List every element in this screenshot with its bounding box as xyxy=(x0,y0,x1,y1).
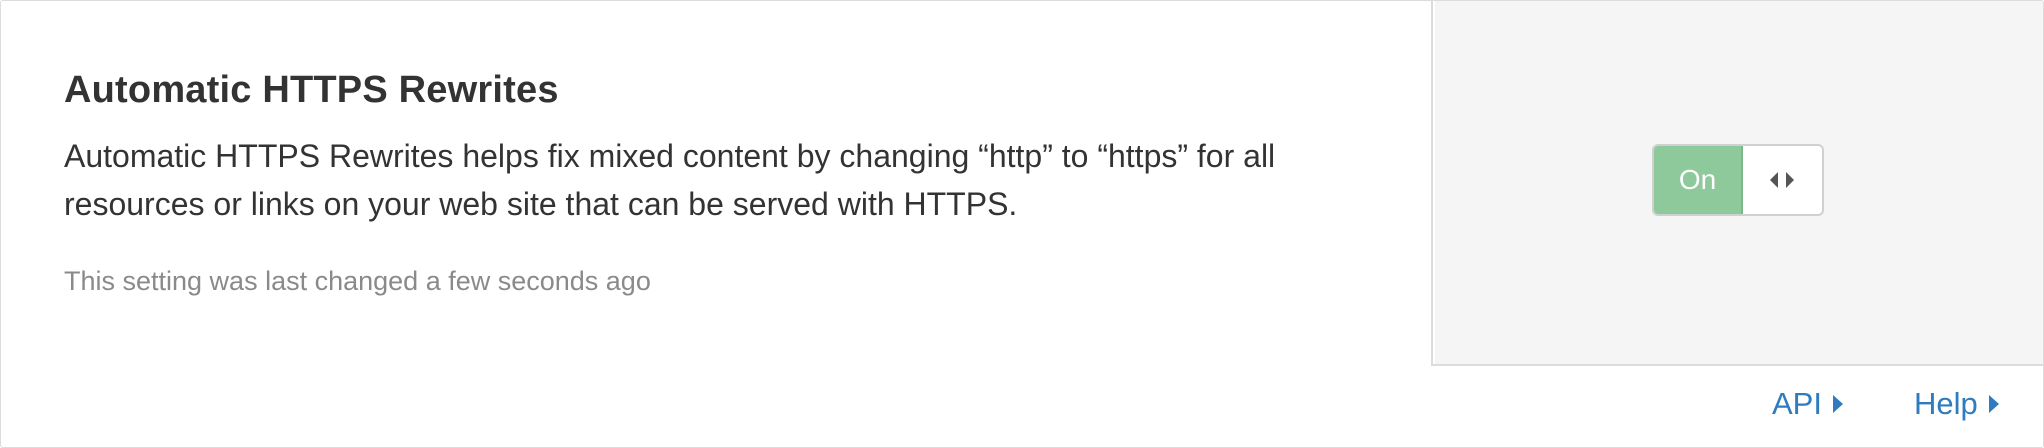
setting-description: Automatic HTTPS Rewrites helps fix mixed… xyxy=(64,138,1276,222)
setting-info-pane: Automatic HTTPS Rewrites Automatic HTTPS… xyxy=(1,1,1433,366)
caret-right-icon xyxy=(1832,395,1843,413)
setting-body: Automatic HTTPS Rewrites Automatic HTTPS… xyxy=(1,1,2043,366)
setting-card: Automatic HTTPS Rewrites Automatic HTTPS… xyxy=(0,0,2044,448)
setting-title: Automatic HTTPS Rewrites xyxy=(64,69,559,111)
api-link[interactable]: API xyxy=(1772,386,1844,422)
caret-right-icon xyxy=(1988,395,1999,413)
last-changed-text: This setting was last changed a few seco… xyxy=(64,266,651,296)
help-link[interactable]: Help xyxy=(1914,386,2000,422)
toggle-on-label: On xyxy=(1654,146,1743,214)
toggle-handle[interactable] xyxy=(1743,146,1822,214)
left-right-arrows-icon xyxy=(1770,172,1794,188)
setting-footer: API Help xyxy=(1,366,2043,447)
api-link-label: API xyxy=(1772,386,1822,421)
help-link-label: Help xyxy=(1914,386,1978,421)
https-rewrites-toggle[interactable]: On xyxy=(1652,144,1824,216)
